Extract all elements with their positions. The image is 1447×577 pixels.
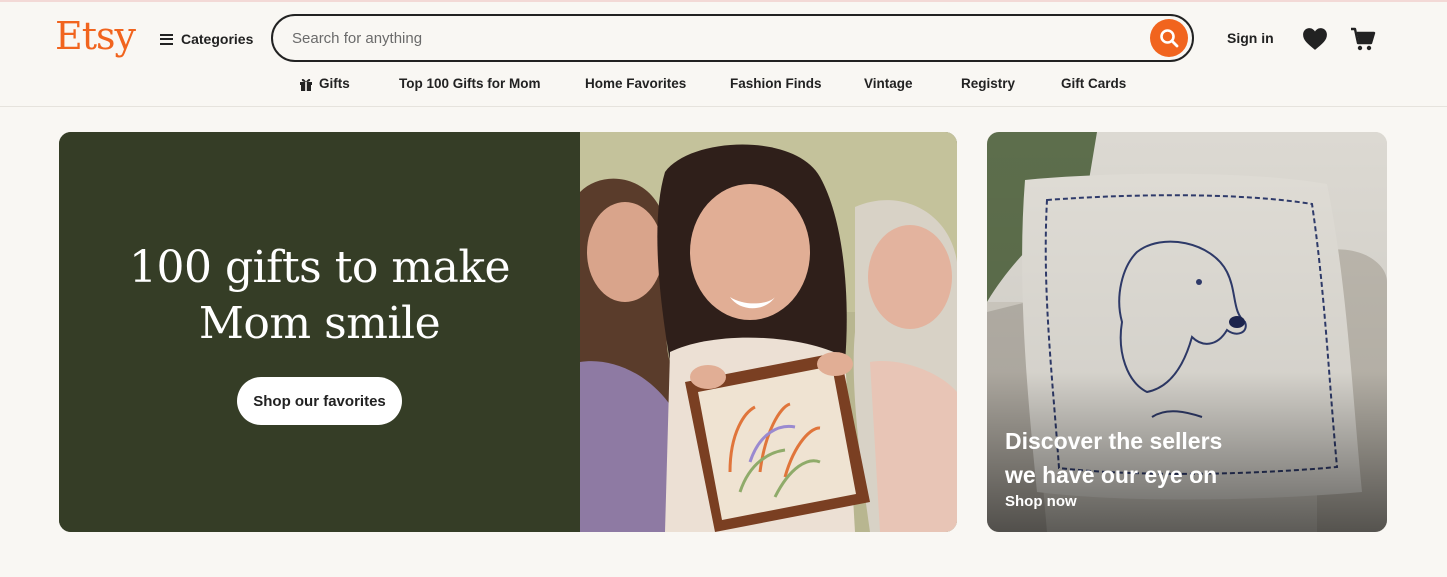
side-card-title-line2: we have our eye on	[1005, 462, 1218, 488]
gift-icon	[300, 78, 312, 91]
side-card-title: Discover the sellers we have our eye on	[1005, 424, 1365, 492]
side-card-title-line1: Discover the sellers	[1005, 428, 1223, 454]
categories-label: Categories	[181, 31, 254, 47]
site-header: Etsy Categories Sign in	[0, 2, 1447, 107]
hero-title: 100 gifts to make Mom smile	[59, 240, 580, 352]
shop-now-link[interactable]: Shop now	[1005, 493, 1077, 510]
nav-item-vintage[interactable]: Vintage	[864, 76, 913, 91]
nav-item-home-favorites[interactable]: Home Favorites	[585, 76, 686, 91]
categories-button[interactable]: Categories	[160, 28, 253, 50]
etsy-logo[interactable]: Etsy	[55, 14, 136, 58]
hero-banner[interactable]: 100 gifts to make Mom smile Shop our fav…	[59, 132, 957, 532]
search-icon	[1160, 29, 1179, 48]
search-bar	[271, 14, 1194, 62]
heart-icon[interactable]	[1302, 27, 1328, 51]
discover-sellers-card[interactable]: Discover the sellers we have our eye on …	[987, 132, 1387, 532]
nav-item-label: Gifts	[319, 76, 350, 91]
hero-photo-three-women-with-framed-handprint	[580, 132, 957, 532]
nav-item-gift-cards[interactable]: Gift Cards	[1061, 76, 1126, 91]
search-button[interactable]	[1150, 19, 1188, 57]
search-input[interactable]	[292, 23, 1132, 53]
sign-in-link[interactable]: Sign in	[1227, 30, 1274, 46]
nav-item-gifts[interactable]: Gifts	[299, 76, 350, 91]
hero-text-panel: 100 gifts to make Mom smile Shop our fav…	[59, 132, 580, 532]
shop-our-favorites-button[interactable]: Shop our favorites	[237, 377, 402, 425]
hero-title-line1: 100 gifts to make	[128, 242, 511, 293]
nav-item-registry[interactable]: Registry	[961, 76, 1015, 91]
nav-item-fashion-finds[interactable]: Fashion Finds	[730, 76, 822, 91]
hamburger-icon	[160, 33, 173, 45]
nav-item-top-100-gifts-for-mom[interactable]: Top 100 Gifts for Mom	[399, 76, 541, 91]
cart-icon[interactable]	[1350, 26, 1376, 52]
hero-title-line2: Mom smile	[198, 298, 441, 349]
category-nav: Gifts Top 100 Gifts for Mom Home Favorit…	[0, 76, 1447, 96]
